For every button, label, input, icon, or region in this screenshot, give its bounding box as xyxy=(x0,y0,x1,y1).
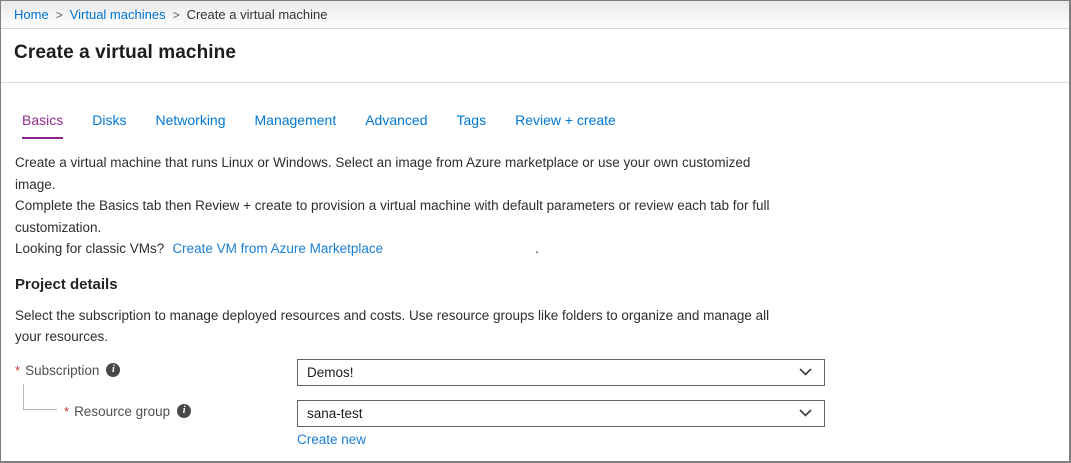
subscription-dropdown[interactable]: Demos! xyxy=(297,359,825,386)
tab-management[interactable]: Management xyxy=(255,112,337,139)
subscription-label: * Subscription i xyxy=(15,363,120,378)
tab-review-create[interactable]: Review + create xyxy=(515,112,616,139)
create-vm-marketplace-link[interactable]: Create VM from Azure Marketplace xyxy=(172,238,383,260)
chevron-down-icon xyxy=(799,368,812,376)
project-details-form: * Subscription i Demos! * Resource group… xyxy=(1,356,1069,462)
tab-basics[interactable]: Basics xyxy=(22,112,63,139)
breadcrumb-separator-icon: > xyxy=(56,8,63,22)
breadcrumb: Home > Virtual machines > Create a virtu… xyxy=(1,1,1069,29)
subscription-dropdown-value: Demos! xyxy=(307,365,354,380)
breadcrumb-home[interactable]: Home xyxy=(14,7,49,22)
breadcrumb-current-page: Create a virtual machine xyxy=(187,7,328,22)
resource-group-label-text: Resource group xyxy=(74,404,170,419)
info-icon[interactable]: i xyxy=(177,404,191,418)
project-details-heading: Project details xyxy=(15,276,1069,293)
page-header: Create a virtual machine xyxy=(1,29,1069,83)
intro-text: Create a virtual machine that runs Linux… xyxy=(15,152,915,260)
classic-vms-prompt: Looking for classic VMs? xyxy=(15,238,164,260)
intro-paragraph-1: Create a virtual machine that runs Linux… xyxy=(15,152,915,195)
tab-disks[interactable]: Disks xyxy=(92,112,126,139)
resource-group-dropdown[interactable]: sana-test xyxy=(297,400,825,427)
project-details-description: Select the subscription to manage deploy… xyxy=(15,305,1055,348)
subscription-label-text: Subscription xyxy=(25,363,99,378)
tab-tags[interactable]: Tags xyxy=(457,112,487,139)
tab-advanced[interactable]: Advanced xyxy=(365,112,427,139)
trailing-period: . xyxy=(535,238,539,260)
chevron-down-icon xyxy=(799,409,812,417)
required-asterisk: * xyxy=(15,363,20,378)
create-new-resource-group-link[interactable]: Create new xyxy=(297,432,366,447)
required-asterisk: * xyxy=(64,404,69,419)
tab-networking[interactable]: Networking xyxy=(155,112,225,139)
resource-group-label: * Resource group i xyxy=(64,404,191,419)
wizard-tabs: Basics Disks Networking Management Advan… xyxy=(22,112,1069,139)
breadcrumb-separator-icon: > xyxy=(173,8,180,22)
field-hierarchy-connector xyxy=(23,384,57,410)
info-icon[interactable]: i xyxy=(106,363,120,377)
resource-group-dropdown-value: sana-test xyxy=(307,406,363,421)
breadcrumb-virtual-machines[interactable]: Virtual machines xyxy=(70,7,166,22)
intro-paragraph-2: Complete the Basics tab then Review + cr… xyxy=(15,195,915,238)
page-title: Create a virtual machine xyxy=(14,42,1069,64)
